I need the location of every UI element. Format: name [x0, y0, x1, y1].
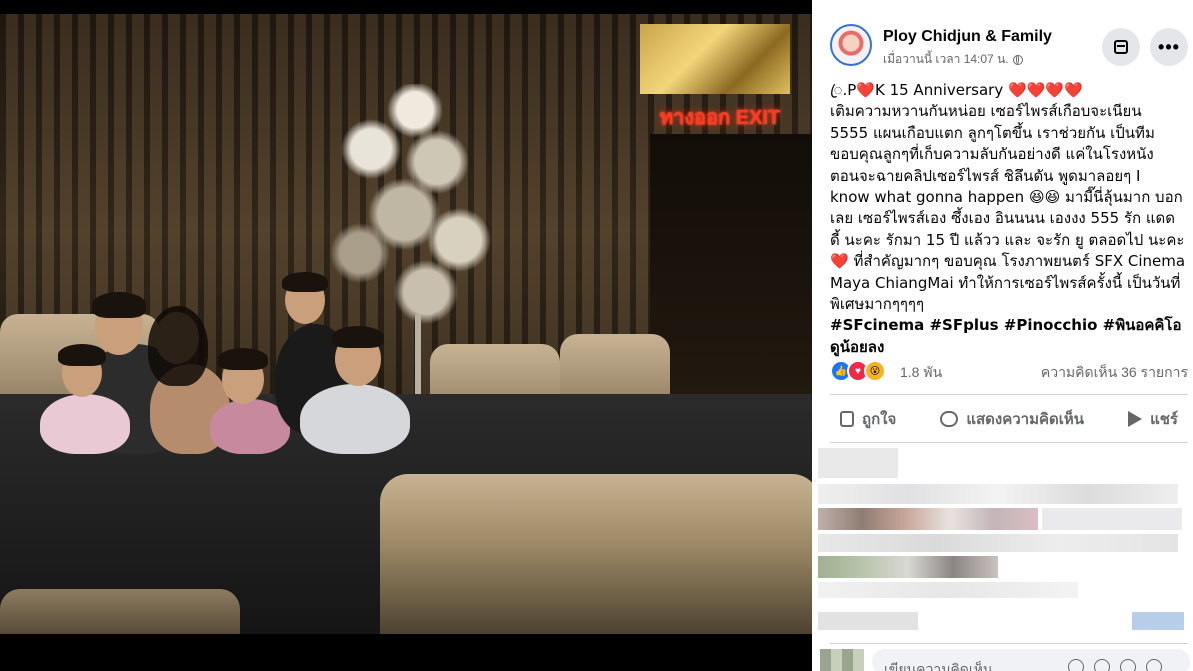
- theater-scene: ทางออก EXIT: [0, 14, 812, 634]
- blur-block: [1042, 508, 1182, 530]
- hair: [148, 306, 208, 386]
- person-girl-left: [40, 394, 130, 454]
- divider: [830, 643, 1188, 644]
- post-line: ꦿ.P❤️K 15 Anniversary ❤️❤️❤️❤️: [830, 81, 1083, 99]
- emoji-icon[interactable]: [1068, 659, 1084, 671]
- blur-block: [818, 484, 1178, 504]
- wow-icon: 😮: [864, 360, 886, 382]
- globe-icon: [1012, 54, 1023, 65]
- comment-placeholder: เขียนความคิดเห็น...: [884, 662, 1006, 671]
- hair: [332, 326, 384, 348]
- hair: [282, 272, 328, 292]
- divider: [830, 394, 1188, 395]
- reaction-icons[interactable]: 👍 ♥ 😮: [830, 360, 886, 382]
- blur-block: [818, 534, 1178, 552]
- blur-block: [818, 448, 898, 478]
- page-name-link[interactable]: Ploy Chidjun & Family: [883, 28, 1052, 46]
- post-line: 5555 แผนเกือบแตก ลูกๆโตขึ้น เราช่วยกัน เ…: [830, 123, 1155, 142]
- share-button[interactable]: แชร์: [1118, 407, 1188, 431]
- front-seat-left: [0, 589, 240, 634]
- post-line: Maya ChiangMai ทำให้การเซอร์ไพรส์ครั้งนี…: [830, 273, 1181, 292]
- divider: [830, 442, 1188, 443]
- post-line: know what gonna happen 😆😆 มามี๊นี่ลุ้นมา…: [830, 188, 1183, 207]
- comment-count[interactable]: ความคิดเห็น 36 รายการ: [1041, 362, 1188, 384]
- page-avatar[interactable]: [830, 24, 872, 66]
- person-boy-front: [300, 384, 410, 454]
- comment-composer: เขียนความคิดเห็น...: [812, 645, 1193, 671]
- post-line: ❤️ ที่สำคัญมากๆ ขอบคุณ โรงภาพยนตร์ SFX C…: [830, 252, 1186, 271]
- thumbs-up-icon: [840, 411, 854, 427]
- reactions-row: 👍 ♥ 😮 1.8 พัน ความคิดเห็น 36 รายการ: [830, 360, 1188, 382]
- blur-block: [818, 612, 918, 630]
- post-line: เติมความหวานกันหน่อย เซอร์ไพรส์เกือบจะเน…: [830, 102, 1142, 121]
- post-line: พิเศษมากๆๆๆๆ: [830, 295, 925, 314]
- comment-label: แสดงความคิดเห็น: [966, 411, 1085, 428]
- bookmark-icon: [1114, 40, 1128, 54]
- hair: [218, 348, 268, 370]
- blur-block: [818, 556, 998, 578]
- comment-button[interactable]: แสดงความคิดเห็น: [930, 407, 1094, 431]
- post-line: ดี้ นะคะ รักมา 15 ปี แล้วว และ จะรัก ยู …: [830, 230, 1185, 249]
- post-line: ตอนจะฉายคลิปเซอร์ไพรส์ ชิลึนดัน พูดมาลอย…: [830, 166, 1141, 185]
- exit-sign: ทางออก EXIT: [659, 107, 781, 129]
- sticker-icon[interactable]: [1146, 659, 1162, 671]
- post-photo[interactable]: ทางออก EXIT: [0, 0, 812, 671]
- post-meta: เมื่อวานนี้ เวลา 14:07 น.: [883, 50, 1023, 69]
- like-button[interactable]: ถูกใจ: [830, 407, 906, 431]
- comment-tools: [1068, 659, 1162, 671]
- post-timestamp[interactable]: เมื่อวานนี้ เวลา 14:07 น.: [883, 50, 1009, 69]
- more-options-button[interactable]: •••: [1150, 28, 1188, 66]
- blurred-comments: [812, 444, 1193, 644]
- balloon-bouquet: [305, 84, 525, 344]
- more-icon: •••: [1158, 37, 1180, 57]
- hashtags[interactable]: #SFcinema #SFplus #Pinocchio #พินอคคิโอ: [830, 315, 1188, 336]
- hair: [58, 344, 106, 366]
- comment-input[interactable]: เขียนความคิดเห็น...: [872, 649, 1190, 671]
- hair: [92, 292, 146, 318]
- blur-block: [818, 582, 1078, 598]
- see-less-link[interactable]: ดูน้อยลง: [830, 337, 1188, 358]
- front-seat: [380, 474, 812, 634]
- blur-block: [818, 508, 1038, 530]
- save-post-button[interactable]: [1102, 28, 1140, 66]
- share-label: แชร์: [1150, 411, 1178, 428]
- share-icon: [1128, 411, 1143, 427]
- gold-wall-panel: [640, 24, 790, 94]
- post-side-panel: Ploy Chidjun & Family เมื่อวานนี้ เวลา 1…: [812, 0, 1193, 671]
- blur-block: [1132, 612, 1184, 630]
- post-line: ขอบคุณลูกๆที่เก็บความลับกันอย่างดี แค่ใน…: [830, 145, 1154, 164]
- user-avatar: [820, 649, 864, 671]
- like-label: ถูกใจ: [862, 411, 897, 428]
- gif-icon[interactable]: [1120, 659, 1136, 671]
- post-line: เลย เซอร์ไพรส์เอง ซึ้งเอง อินนนน เองงง 5…: [830, 209, 1175, 228]
- reaction-count[interactable]: 1.8 พัน: [900, 362, 942, 384]
- action-bar: ถูกใจ แสดงความคิดเห็น แชร์: [830, 402, 1188, 436]
- post-text: ꦿ.P❤️K 15 Anniversary ❤️❤️❤️❤️ เติมความห…: [830, 80, 1188, 358]
- dark-wall: [650, 134, 812, 414]
- camera-icon[interactable]: [1094, 659, 1110, 671]
- comment-icon: [940, 411, 959, 427]
